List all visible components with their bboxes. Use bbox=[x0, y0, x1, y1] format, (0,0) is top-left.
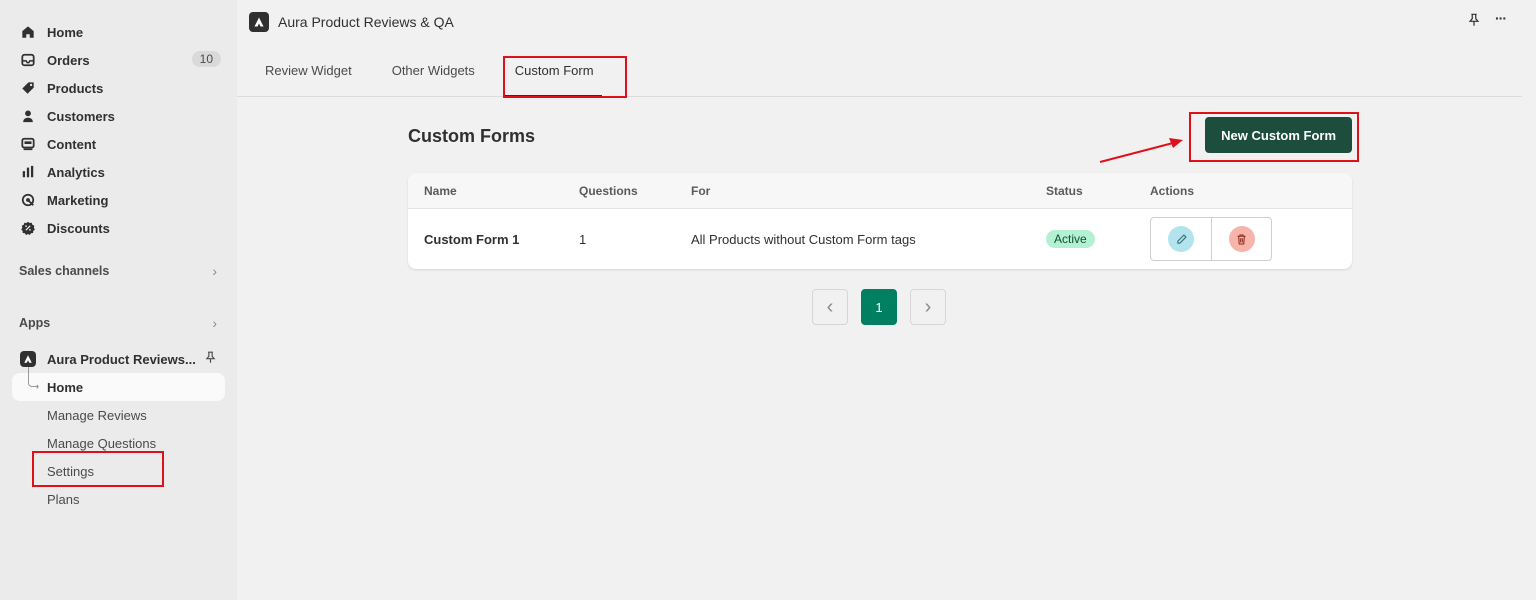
aura-logo-icon bbox=[20, 351, 36, 367]
status-badge: Active bbox=[1046, 230, 1095, 248]
sales-channels-label: Sales channels bbox=[19, 264, 110, 278]
highlight-custom-form-tab bbox=[503, 56, 627, 98]
tab-label: Review Widget bbox=[265, 62, 352, 78]
for-cell: All Products without Custom Form tags bbox=[691, 231, 916, 247]
sub-item-label: Manage Questions bbox=[47, 435, 157, 451]
form-name-cell: Custom Form 1 bbox=[424, 231, 520, 247]
sidebar-item-products[interactable]: Products bbox=[12, 74, 225, 102]
sidebar-sub-plans[interactable]: Plans bbox=[12, 485, 225, 513]
sidebar-item-home[interactable]: Home bbox=[12, 18, 225, 46]
sidebar-item-label: Products bbox=[47, 80, 104, 96]
tab-bar: Review Widget Other Widgets Custom Form bbox=[237, 44, 1522, 97]
column-header-questions: Questions bbox=[579, 183, 638, 198]
apps-label: Apps bbox=[19, 316, 51, 330]
column-header-actions: Actions bbox=[1150, 183, 1195, 198]
orders-count-badge: 10 bbox=[191, 51, 221, 67]
highlight-new-custom-form bbox=[1189, 112, 1359, 162]
aura-logo-icon bbox=[249, 12, 269, 32]
tag-icon bbox=[20, 80, 36, 96]
actions-cell bbox=[1150, 217, 1350, 261]
previous-page-button[interactable]: ‹ bbox=[812, 289, 848, 325]
tab-other-widgets[interactable]: Other Widgets bbox=[368, 44, 491, 97]
page-title: Custom Forms bbox=[408, 126, 536, 146]
app-title: Aura Product Reviews & QA bbox=[278, 14, 454, 30]
sidebar-item-label: Discounts bbox=[47, 220, 110, 236]
chevron-right-icon: › bbox=[212, 263, 217, 279]
sub-item-label: Plans bbox=[47, 491, 80, 507]
trash-icon bbox=[1228, 226, 1255, 252]
tab-review-widget[interactable]: Review Widget bbox=[249, 44, 368, 97]
sidebar-item-label: Home bbox=[47, 24, 84, 40]
annotation-arrow-icon bbox=[1099, 138, 1183, 163]
tab-label: Other Widgets bbox=[391, 62, 475, 78]
tree-arrow-icon: › bbox=[36, 381, 39, 391]
pagination: ‹ 1 › bbox=[812, 289, 946, 325]
sidebar-item-content[interactable]: Content bbox=[12, 130, 225, 158]
sidebar-item-label: Orders bbox=[47, 52, 90, 68]
pencil-icon bbox=[1168, 226, 1194, 252]
sidebar-item-customers[interactable]: Customers bbox=[12, 102, 225, 130]
sub-item-label: Manage Reviews bbox=[47, 407, 147, 423]
target-icon bbox=[20, 192, 36, 208]
chevron-right-icon: › bbox=[212, 315, 217, 331]
sales-channels-section[interactable]: Sales channels › bbox=[12, 257, 225, 285]
sidebar-item-orders[interactable]: Orders 10 bbox=[12, 46, 225, 74]
sidebar-sub-manage-reviews[interactable]: Manage Reviews bbox=[12, 401, 225, 429]
content-icon bbox=[20, 136, 36, 152]
person-icon bbox=[20, 108, 36, 124]
sidebar-item-label: Marketing bbox=[47, 192, 109, 208]
scrollbar[interactable] bbox=[1522, 0, 1536, 600]
column-header-name: Name bbox=[424, 183, 457, 198]
highlight-settings bbox=[32, 451, 164, 487]
table-header: Name Questions For Status Actions bbox=[408, 173, 1352, 209]
pin-icon[interactable] bbox=[1467, 13, 1481, 30]
edit-button[interactable] bbox=[1151, 218, 1211, 260]
inbox-icon bbox=[20, 52, 36, 68]
custom-forms-table: Name Questions For Status Actions Custom… bbox=[408, 173, 1352, 269]
sidebar-item-label: Customers bbox=[47, 108, 115, 124]
more-options-icon[interactable]: ··· bbox=[1495, 10, 1507, 30]
main-panel: Aura Product Reviews & QA ··· Review Wid… bbox=[237, 0, 1522, 600]
delete-button[interactable] bbox=[1211, 218, 1271, 260]
app-topbar: Aura Product Reviews & QA bbox=[237, 0, 1522, 44]
sidebar: Home Orders 10 Products Customers Conten… bbox=[0, 0, 237, 600]
row-actions bbox=[1150, 217, 1272, 261]
sidebar-item-label: Analytics bbox=[47, 164, 105, 180]
sidebar-item-discounts[interactable]: Discounts bbox=[12, 214, 225, 242]
page-button-1[interactable]: 1 bbox=[861, 289, 897, 325]
status-cell: Active bbox=[1046, 230, 1150, 248]
apps-section[interactable]: Apps › bbox=[12, 309, 225, 337]
sub-item-label: Home bbox=[47, 379, 84, 395]
discount-icon bbox=[20, 220, 36, 236]
home-icon bbox=[20, 24, 36, 40]
table-row: Custom Form 1 1 All Products without Cus… bbox=[408, 209, 1352, 269]
app-name-label: Aura Product Reviews... bbox=[47, 351, 196, 367]
sidebar-sub-home[interactable]: › Home bbox=[12, 367, 225, 401]
sidebar-item-analytics[interactable]: Analytics bbox=[12, 158, 225, 186]
sidebar-item-label: Content bbox=[47, 136, 97, 152]
column-header-status: Status bbox=[1046, 183, 1083, 198]
column-header-for: For bbox=[691, 183, 711, 198]
sidebar-item-marketing[interactable]: Marketing bbox=[12, 186, 225, 214]
sidebar-app-aura[interactable]: Aura Product Reviews... bbox=[12, 345, 225, 373]
questions-cell: 1 bbox=[579, 231, 587, 247]
bar-chart-icon bbox=[20, 164, 36, 180]
next-page-button[interactable]: › bbox=[910, 289, 946, 325]
pin-icon[interactable] bbox=[204, 351, 217, 367]
topbar-actions: ··· bbox=[1467, 10, 1507, 30]
